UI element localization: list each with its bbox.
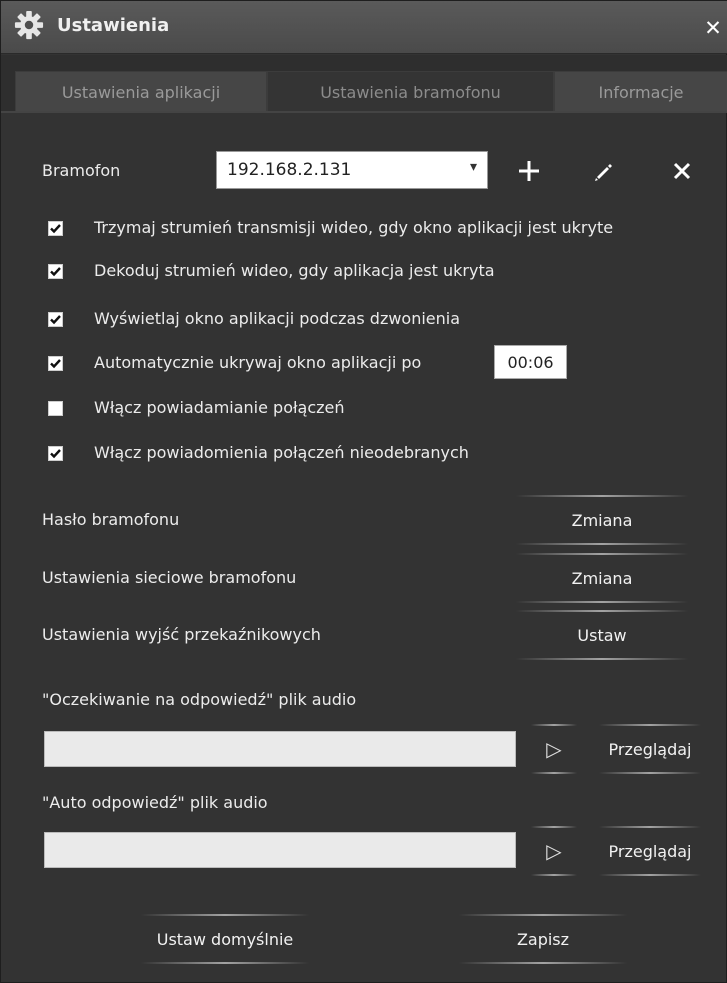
intercom-select-value: 192.168.2.131 (227, 160, 352, 180)
settings-window: Ustawienia ✕ Ustawienia aplikacji Ustawi… (0, 0, 727, 983)
auto-answer-audio-input[interactable] (44, 832, 516, 868)
auto-answer-audio-label: "Auto odpowiedź" plik audio (42, 793, 268, 812)
set-relay-button[interactable]: Ustaw (516, 610, 688, 660)
option-call-notify-label: Włącz powiadamianie połączeń (94, 398, 345, 417)
play-icon[interactable]: ▷ (531, 826, 577, 876)
checkbox-missed-notify[interactable] (48, 446, 63, 461)
option-missed-notify-label: Włącz powiadomienia połączeń nieodebrany… (94, 443, 469, 462)
checkbox-decode-stream[interactable] (48, 264, 63, 279)
checkmark-icon (50, 449, 61, 459)
relay-settings-label: Ustawienia wyjść przekaźnikowych (42, 625, 321, 644)
network-settings-label: Ustawienia sieciowe bramofonu (42, 568, 297, 587)
intercom-select[interactable]: 192.168.2.131 ▾ (216, 151, 488, 189)
chevron-down-icon: ▾ (469, 159, 477, 175)
change-password-button[interactable]: Zmiana (516, 495, 688, 545)
gear-icon (14, 10, 44, 40)
edit-intercom-button[interactable] (578, 148, 628, 194)
wait-audio-input[interactable] (44, 731, 516, 767)
close-icon (673, 162, 691, 180)
checkbox-show-on-ring[interactable] (48, 312, 63, 327)
window-title: Ustawienia (57, 15, 170, 36)
close-icon[interactable]: ✕ (701, 17, 725, 41)
set-defaults-button[interactable]: Ustaw domyślnie (141, 914, 309, 964)
tab-divider (1, 111, 727, 113)
change-network-button[interactable]: Zmiana (516, 553, 688, 603)
tab-bar: Ustawienia aplikacji Ustawienia bramofon… (1, 55, 727, 113)
checkmark-icon (50, 267, 61, 277)
delete-intercom-button[interactable] (657, 148, 707, 194)
intercom-label: Bramofon (42, 161, 121, 180)
wait-audio-label: "Oczekiwanie na odpowiedź" plik audio (42, 690, 357, 709)
play-icon[interactable]: ▷ (531, 724, 577, 774)
option-keep-stream-label: Trzymaj strumień transmisji wideo, gdy o… (94, 218, 614, 237)
checkmark-icon (50, 224, 61, 234)
pencil-icon (595, 164, 612, 181)
checkmark-icon (50, 359, 61, 369)
checkmark-icon (50, 315, 61, 325)
auto-hide-time-input[interactable]: 00:06 (494, 345, 567, 379)
checkbox-call-notify[interactable] (48, 401, 63, 416)
save-button[interactable]: Zapisz (459, 914, 627, 964)
checkbox-auto-hide[interactable] (48, 356, 63, 371)
add-intercom-button[interactable] (504, 148, 554, 194)
intercom-password-label: Hasło bramofonu (42, 510, 180, 529)
tab-app-settings[interactable]: Ustawienia aplikacji (15, 71, 267, 113)
option-decode-stream-label: Dekoduj strumień wideo, gdy aplikacja je… (94, 261, 495, 280)
tab-intercom-settings[interactable]: Ustawienia bramofonu (267, 71, 554, 113)
tab-information[interactable]: Informacje (554, 71, 727, 113)
title-bar: Ustawienia ✕ (1, 1, 727, 54)
checkbox-keep-stream[interactable] (48, 221, 63, 236)
browse-auto-answer-button[interactable]: Przeglądaj (599, 826, 701, 876)
option-auto-hide-label: Automatycznie ukrywaj okno aplikacji po (94, 353, 422, 372)
browse-wait-audio-button[interactable]: Przeglądaj (599, 724, 701, 774)
plus-icon (519, 161, 539, 181)
option-show-on-ring-label: Wyświetlaj okno aplikacji podczas dzwoni… (94, 309, 461, 328)
